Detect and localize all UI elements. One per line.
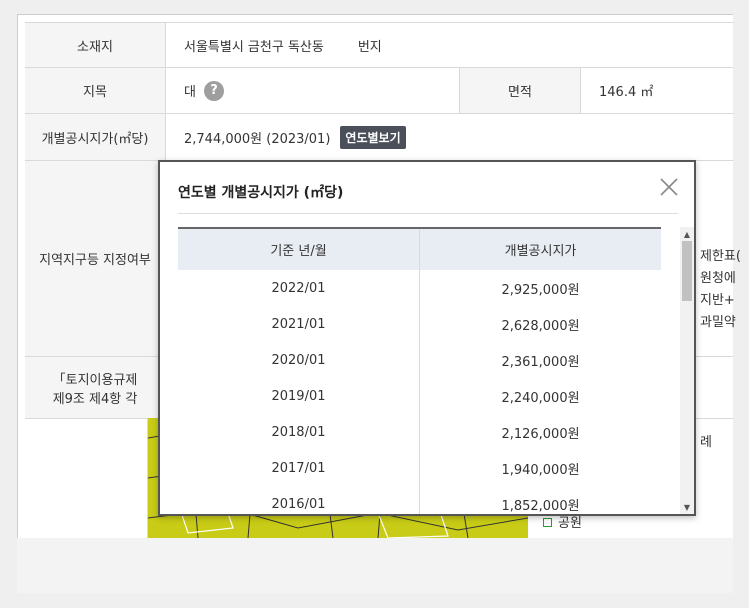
location-value: 서울특별시 금천구 독산동 번지 — [166, 23, 733, 67]
price-text: 2,744,000원 (2023/01) — [184, 131, 331, 147]
table-row: 2019/01 2,240,000원 — [178, 378, 661, 414]
scroll-down-arrow-icon[interactable]: ▼ — [680, 500, 694, 514]
vertical-scrollbar[interactable]: ▲ ▼ — [680, 227, 694, 514]
year-view-button[interactable]: 연도별보기 — [340, 125, 406, 149]
row-date: 2020/01 — [178, 342, 420, 378]
scroll-up-arrow-icon[interactable]: ▲ — [680, 227, 694, 241]
table-row: 2022/01 2,925,000원 — [178, 270, 661, 306]
close-icon-graphic — [660, 178, 678, 196]
location-value-suffix: 번지 — [357, 39, 382, 55]
row-price: 2,361,000원 — [501, 354, 580, 370]
row-date: 2017/01 — [178, 450, 420, 486]
row-date: 2021/01 — [178, 306, 420, 342]
row-date: 2022/01 — [178, 270, 420, 306]
column-header-price: 개별공시지가 — [504, 244, 577, 259]
yearly-price-table: 기준 년/월 개별공시지가 2022/01 2,925,000원 2021/01… — [178, 227, 661, 514]
table-row-location: 소재지 서울특별시 금천구 독산동 번지 — [25, 23, 733, 68]
row-price: 2,240,000원 — [501, 390, 580, 406]
area-label: 면적 — [460, 68, 581, 113]
bottom-band — [17, 538, 733, 593]
row-date: 2016/01 — [178, 486, 420, 514]
help-icon[interactable]: ? — [203, 80, 224, 101]
legend-partial: 례 — [700, 435, 712, 450]
row-price: 2,126,000원 — [501, 426, 580, 442]
row-price: 2,925,000원 — [501, 282, 580, 298]
map-side-cell — [25, 419, 148, 539]
legend-park-label: 공원 — [558, 516, 582, 531]
column-header-date: 기준 년/월 — [178, 229, 420, 270]
park-legend-swatch — [543, 518, 552, 527]
row-price: 1,852,000원 — [501, 498, 580, 514]
zone-partial-4: 과밀약 — [700, 315, 736, 330]
row-date: 2018/01 — [178, 414, 420, 450]
table-row: 2018/01 2,126,000원 — [178, 414, 661, 450]
yearly-price-popup: 연도별 개별공시지가 (㎡당) 기준 년/월 개별공시지가 2022/01 2,… — [158, 160, 696, 516]
row-date: 2019/01 — [178, 378, 420, 414]
land-category-label: 지목 — [25, 68, 166, 113]
popup-title: 연도별 개별공시지가 (㎡당) — [178, 185, 344, 201]
price-value: 2,744,000원 (2023/01) 연도별보기 — [166, 114, 733, 160]
zone-partial-1: 제한표( — [700, 249, 741, 264]
land-category-text: 대 — [184, 85, 196, 100]
zone-label: 지역지구등 지정여부 — [25, 161, 166, 356]
zone-partial-2: 원청에 — [700, 271, 736, 286]
zone-partial-3: 지반+ — [700, 293, 735, 308]
regulation-label: 「토지이용규제 제9조 제4항 각 — [25, 357, 166, 418]
table-row: 2021/01 2,628,000원 — [178, 306, 661, 342]
popup-divider — [178, 213, 678, 214]
redacted-block — [324, 38, 357, 52]
scrollbar-thumb[interactable] — [682, 241, 692, 301]
table-row: 2017/01 1,940,000원 — [178, 450, 661, 486]
table-row-price: 개별공시지가(㎡당) 2,744,000원 (2023/01) 연도별보기 — [25, 114, 733, 161]
popup-table-scroll[interactable]: 기준 년/월 개별공시지가 2022/01 2,925,000원 2021/01… — [178, 227, 694, 514]
location-value-prefix: 서울특별시 금천구 독산동 — [184, 39, 324, 55]
close-icon[interactable] — [658, 176, 680, 198]
row-price: 1,940,000원 — [501, 462, 580, 478]
regulation-label-line1: 「토지이용규제 — [52, 372, 138, 388]
location-label: 소재지 — [25, 23, 166, 67]
land-info-table: 소재지 서울특별시 금천구 독산동 번지 지목 대 ? 면적 146.4 ㎡ 개… — [25, 22, 733, 539]
table-row: 2016/01 1,852,000원 — [178, 486, 661, 514]
land-category-value: 대 ? — [166, 68, 460, 113]
table-row: 2020/01 2,361,000원 — [178, 342, 661, 378]
row-price: 2,628,000원 — [501, 318, 580, 334]
table-header: 기준 년/월 개별공시지가 — [178, 227, 661, 270]
price-label: 개별공시지가(㎡당) — [25, 114, 166, 160]
area-value: 146.4 ㎡ — [599, 85, 654, 100]
regulation-label-line2: 제9조 제4항 각 — [52, 391, 138, 407]
table-row-category: 지목 대 ? 면적 146.4 ㎡ — [25, 68, 733, 114]
